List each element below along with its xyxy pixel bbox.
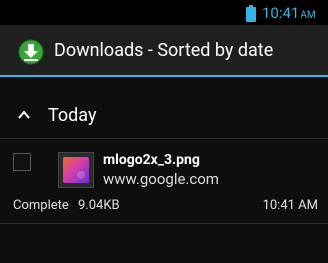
file-thumbnail [58, 152, 94, 188]
section-header-today[interactable]: Today [0, 98, 328, 134]
list-item[interactable]: mlogo2x_3.png www.google.com Complete 9.… [0, 139, 328, 223]
divider [0, 223, 328, 224]
status-time: 10:41AM [262, 4, 316, 25]
chevron-up-icon [18, 110, 30, 119]
download-time: 10:41 AM [262, 198, 318, 213]
status-time-ampm: AM [300, 10, 316, 21]
file-size: 9.04KB [78, 198, 120, 213]
action-bar: Downloads - Sorted by date [0, 25, 328, 77]
battery-icon [246, 5, 256, 22]
status-time-value: 10:41 [262, 4, 300, 22]
status-bar: 10:41AM [0, 0, 328, 25]
file-source: www.google.com [103, 170, 219, 188]
download-status: Complete [13, 198, 69, 213]
select-checkbox[interactable] [13, 153, 31, 171]
downloads-list: Today mlogo2x_3.png www.google.com Compl… [0, 77, 328, 263]
download-app-icon[interactable] [18, 39, 44, 65]
section-header-label: Today [48, 105, 97, 126]
page-title: Downloads - Sorted by date [54, 40, 274, 61]
file-name: mlogo2x_3.png [103, 152, 200, 168]
